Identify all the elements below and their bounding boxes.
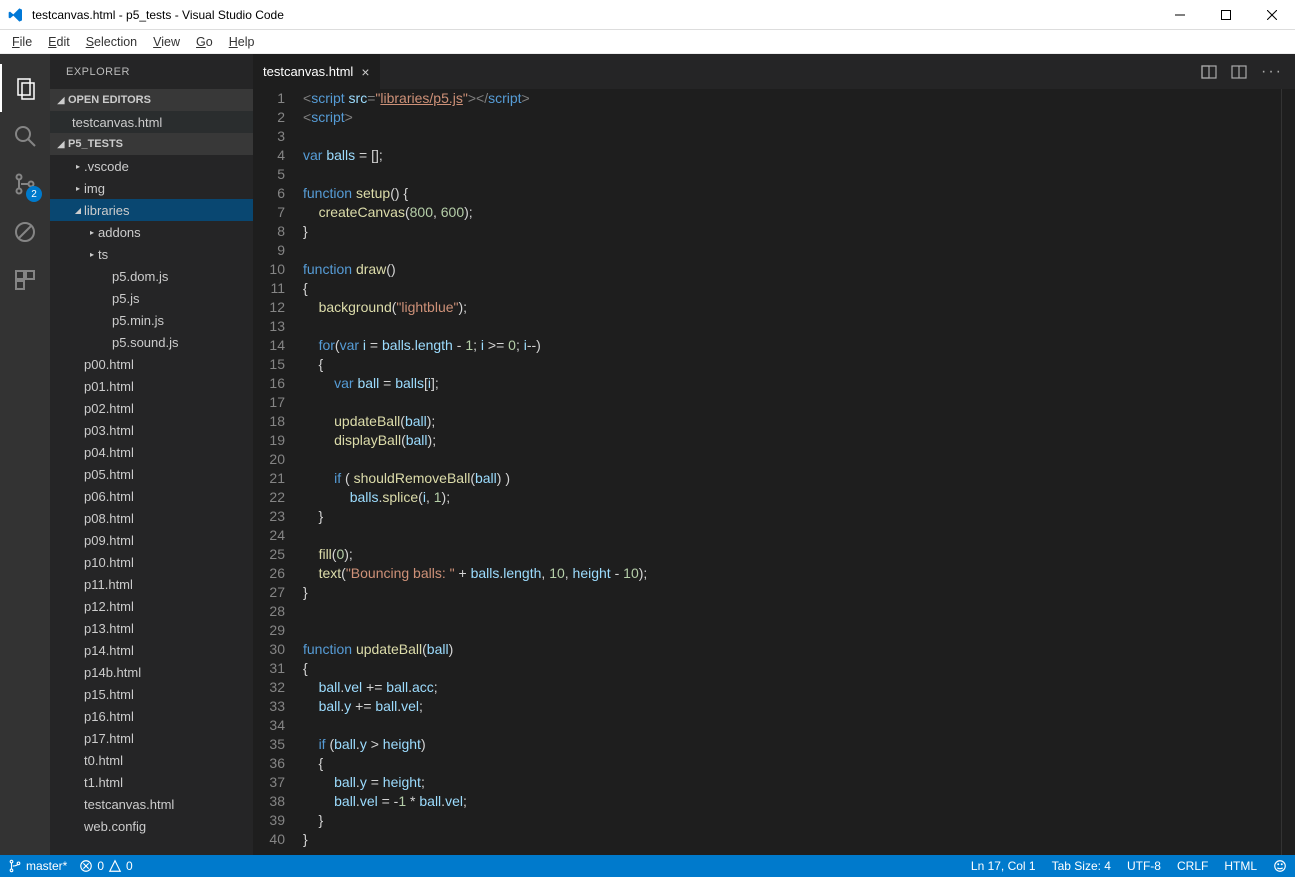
editor-tabs: testcanvas.html × ··· — [253, 54, 1295, 89]
scrollbar-strip[interactable] — [1281, 89, 1295, 855]
tree-item[interactable]: p01.html — [50, 375, 253, 397]
tree-item[interactable]: ▸ts — [50, 243, 253, 265]
git-branch[interactable]: master* — [8, 859, 67, 873]
tree-item[interactable]: t0.html — [50, 749, 253, 771]
tree-item[interactable]: p5.js — [50, 287, 253, 309]
window-title: testcanvas.html - p5_tests - Visual Stud… — [32, 8, 1157, 22]
tree-item[interactable]: p5.min.js — [50, 309, 253, 331]
close-button[interactable] — [1249, 0, 1295, 30]
menu-edit[interactable]: Edit — [40, 33, 78, 51]
tree-item[interactable]: p16.html — [50, 705, 253, 727]
tree-item[interactable]: p12.html — [50, 595, 253, 617]
editor-group: testcanvas.html × ··· 123456789101112131… — [253, 54, 1295, 855]
menu-selection[interactable]: Selection — [78, 33, 145, 51]
feedback-icon[interactable] — [1273, 859, 1287, 873]
tree-item[interactable]: p09.html — [50, 529, 253, 551]
activity-bar: 2 — [0, 54, 50, 855]
menu-file[interactable]: File — [4, 33, 40, 51]
open-editors-header[interactable]: ◢OPEN EDITORS — [50, 89, 253, 111]
tree-item[interactable]: ▸img — [50, 177, 253, 199]
file-tree: ▸.vscode▸img◢libraries▸addons▸tsp5.dom.j… — [50, 155, 253, 855]
cursor-position[interactable]: Ln 17, Col 1 — [971, 859, 1036, 873]
tab-size[interactable]: Tab Size: 4 — [1052, 859, 1111, 873]
tree-item[interactable]: p00.html — [50, 353, 253, 375]
tree-item[interactable]: ◢libraries — [50, 199, 253, 221]
tree-item[interactable]: p05.html — [50, 463, 253, 485]
tree-item[interactable]: p15.html — [50, 683, 253, 705]
vscode-logo-icon — [8, 7, 24, 23]
menu-go[interactable]: Go — [188, 33, 221, 51]
tree-item[interactable]: p03.html — [50, 419, 253, 441]
tree-item[interactable]: p02.html — [50, 397, 253, 419]
tree-item[interactable]: ▸.vscode — [50, 155, 253, 177]
menu-view[interactable]: View — [145, 33, 188, 51]
tree-item[interactable]: p08.html — [50, 507, 253, 529]
activity-explorer[interactable] — [0, 64, 50, 112]
split-editor-icon[interactable] — [1201, 64, 1217, 80]
activity-extensions[interactable] — [0, 256, 50, 304]
sidebar-title: EXPLORER — [50, 54, 253, 89]
status-bar: master* 0 0 Ln 17, Col 1 Tab Size: 4 UTF… — [0, 855, 1295, 877]
project-header[interactable]: ◢P5_TESTS — [50, 133, 253, 155]
layout-icon[interactable] — [1231, 64, 1247, 80]
close-icon[interactable]: × — [361, 64, 369, 80]
tree-item[interactable]: p14b.html — [50, 661, 253, 683]
tab-label: testcanvas.html — [263, 64, 353, 79]
language-mode[interactable]: HTML — [1224, 859, 1257, 873]
eol[interactable]: CRLF — [1177, 859, 1208, 873]
encoding[interactable]: UTF-8 — [1127, 859, 1161, 873]
tree-item[interactable]: p06.html — [50, 485, 253, 507]
line-gutter: 1234567891011121314151617181920212223242… — [253, 89, 303, 855]
minimize-button[interactable] — [1157, 0, 1203, 30]
scm-badge: 2 — [26, 186, 42, 202]
menu-bar: FileEditSelectionViewGoHelp — [0, 30, 1295, 54]
tree-item[interactable]: ▸addons — [50, 221, 253, 243]
tree-item[interactable]: p11.html — [50, 573, 253, 595]
tab-testcanvas[interactable]: testcanvas.html × — [253, 54, 381, 89]
tree-item[interactable]: p04.html — [50, 441, 253, 463]
explorer-sidebar: EXPLORER ◢OPEN EDITORS testcanvas.html ◢… — [50, 54, 253, 855]
tree-item[interactable]: p14.html — [50, 639, 253, 661]
tree-item[interactable]: testcanvas.html — [50, 793, 253, 815]
code-content[interactable]: <script src="libraries/p5.js"></script><… — [303, 89, 1281, 855]
tree-item[interactable]: t1.html — [50, 771, 253, 793]
open-editor-item[interactable]: testcanvas.html — [50, 111, 253, 133]
tree-item[interactable]: p10.html — [50, 551, 253, 573]
tree-item[interactable]: p13.html — [50, 617, 253, 639]
tree-item[interactable]: p5.dom.js — [50, 265, 253, 287]
activity-search[interactable] — [0, 112, 50, 160]
tree-item[interactable]: web.config — [50, 815, 253, 837]
tree-item[interactable]: p5.sound.js — [50, 331, 253, 353]
activity-scm[interactable]: 2 — [0, 160, 50, 208]
tree-item[interactable]: p17.html — [50, 727, 253, 749]
problems[interactable]: 0 0 — [79, 859, 132, 873]
window-titlebar: testcanvas.html - p5_tests - Visual Stud… — [0, 0, 1295, 30]
maximize-button[interactable] — [1203, 0, 1249, 30]
more-icon[interactable]: ··· — [1261, 63, 1283, 81]
activity-debug[interactable] — [0, 208, 50, 256]
menu-help[interactable]: Help — [221, 33, 263, 51]
